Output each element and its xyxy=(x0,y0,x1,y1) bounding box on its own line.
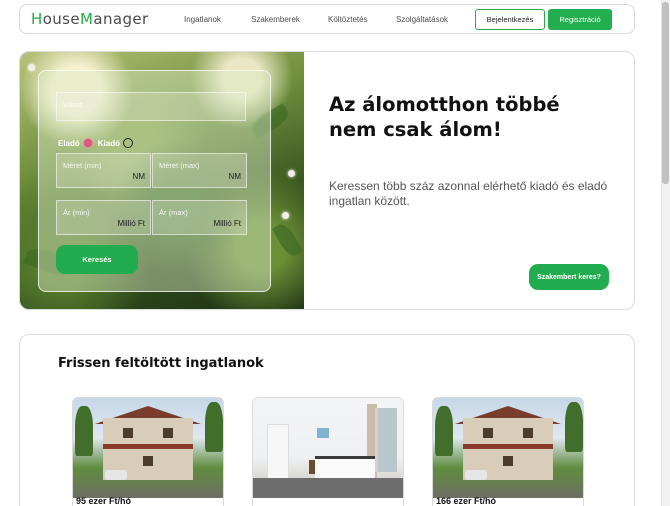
house-window xyxy=(503,456,513,466)
room-door xyxy=(267,424,289,486)
navbar: HouseManager Ingatlanok Szakemberek Költ… xyxy=(19,4,635,34)
logo-letter-m: M xyxy=(80,10,94,28)
property-search-panel: Város Eladó Kiadó Méret (min) NM Méret (… xyxy=(38,70,271,292)
flower-decoration xyxy=(28,64,35,71)
size-unit-label: NM xyxy=(228,172,241,181)
room-window xyxy=(375,408,397,472)
login-button[interactable]: Bejelentkezés xyxy=(475,9,545,30)
city-placeholder: Város xyxy=(63,100,83,109)
page-scrollbar[interactable] xyxy=(661,0,670,506)
find-expert-button[interactable]: Szakembert keres? xyxy=(529,264,609,290)
rent-radio-label: Kiadó xyxy=(97,138,121,148)
house-window xyxy=(123,428,133,438)
listing-card[interactable] xyxy=(252,397,404,506)
bed xyxy=(315,456,375,478)
house-photo xyxy=(433,398,583,498)
house-window xyxy=(483,428,493,438)
garden-background-image: Város Eladó Kiadó Méret (min) NM Méret (… xyxy=(20,52,304,309)
car xyxy=(105,470,127,480)
price-min-input[interactable]: Ár (min) Millió Ft xyxy=(56,200,151,235)
house-balcony xyxy=(463,444,553,449)
hero-section: Város Eladó Kiadó Méret (min) NM Méret (… xyxy=(19,51,635,310)
listing-card[interactable]: 95 ezer Ft/hó xyxy=(72,397,224,506)
flower-decoration xyxy=(282,212,289,219)
house-window xyxy=(163,428,173,438)
size-min-placeholder: Méret (min) xyxy=(63,161,102,170)
brand-logo[interactable]: HouseManager xyxy=(31,10,149,28)
listing-card[interactable]: 166 ezer Ft/hó xyxy=(432,397,584,506)
leaf-decoration xyxy=(271,220,304,260)
house-photo xyxy=(73,398,223,498)
size-unit-label: NM xyxy=(132,172,145,181)
room-floor xyxy=(253,478,403,498)
house-balcony xyxy=(103,444,193,449)
house-window xyxy=(523,428,533,438)
price-min-placeholder: Ár (min) xyxy=(63,208,90,217)
flower-decoration xyxy=(288,170,295,177)
recent-listings-section: Frissen feltöltött ingatlanok 95 ezer Ft… xyxy=(19,334,635,506)
price-unit-label: Millió Ft xyxy=(213,219,241,228)
palm-tree xyxy=(75,406,93,456)
section-title: Frissen feltöltött ingatlanok xyxy=(58,356,264,371)
size-min-input[interactable]: Méret (min) NM xyxy=(56,153,151,188)
hero-subtitle: Keressen több száz azonnal elérhető kiad… xyxy=(329,179,608,208)
price-max-input[interactable]: Ár (max) Millió Ft xyxy=(152,200,247,235)
wall-picture xyxy=(317,428,329,438)
size-max-placeholder: Méret (max) xyxy=(159,161,200,170)
palm-tree xyxy=(205,402,223,452)
logo-letter-h: H xyxy=(31,10,43,28)
house-window xyxy=(143,456,153,466)
listing-price: 95 ezer Ft/hó xyxy=(76,496,132,506)
nav-link-szolgaltatasok[interactable]: Szolgáltatások xyxy=(396,15,448,24)
nav-link-koltoztetes[interactable]: Költöztetés xyxy=(328,15,368,24)
hero-title: Az álomotthon többé nem csak álom! xyxy=(329,92,599,142)
size-max-input[interactable]: Méret (max) NM xyxy=(152,153,247,188)
bedroom-photo xyxy=(253,398,403,498)
price-unit-label: Millió Ft xyxy=(117,219,145,228)
city-input[interactable]: Város xyxy=(56,92,246,121)
nav-link-szakemberek[interactable]: Szakemberek xyxy=(251,15,300,24)
hero-title-line: Az álomotthon többé xyxy=(329,93,560,116)
sale-radio[interactable] xyxy=(82,138,93,148)
scrollbar-thumb[interactable] xyxy=(662,2,669,184)
listing-price: 166 ezer Ft/hó xyxy=(436,496,497,506)
hero-title-line: nem csak álom! xyxy=(329,118,502,141)
rent-radio[interactable] xyxy=(123,138,134,148)
palm-tree xyxy=(435,406,453,456)
palm-tree xyxy=(565,402,583,452)
logo-text-part: ouse xyxy=(42,10,81,28)
search-button[interactable]: Keresés xyxy=(56,245,138,274)
sale-radio-label: Eladó xyxy=(58,138,80,148)
register-button[interactable]: Regisztráció xyxy=(548,9,612,30)
listing-type-radio-group: Eladó Kiadó xyxy=(58,138,138,148)
logo-text-part: anager xyxy=(93,10,149,28)
price-max-placeholder: Ár (max) xyxy=(159,208,188,217)
car xyxy=(465,470,487,480)
nav-link-ingatlanok[interactable]: Ingatlanok xyxy=(184,15,221,24)
